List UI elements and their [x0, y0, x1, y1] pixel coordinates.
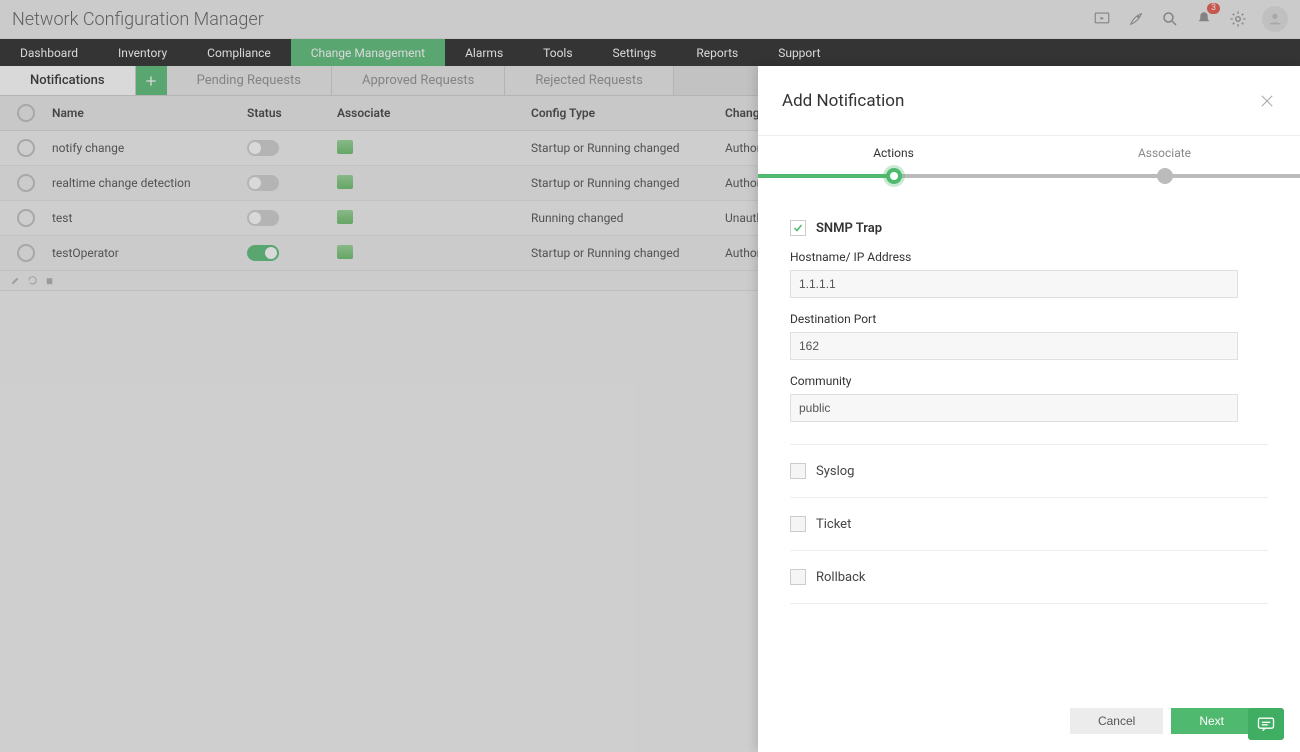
section-snmp: SNMP Trap Hostname/ IP Address Destinati…	[790, 208, 1268, 445]
status-toggle[interactable]	[247, 210, 279, 226]
row-config: Running changed	[531, 211, 725, 225]
tab-pending-requests[interactable]: Pending Requests	[167, 66, 332, 95]
panel-footer: Cancel Next	[758, 690, 1300, 752]
select-all-radio[interactable]	[17, 104, 35, 122]
row-config: Startup or Running changed	[531, 176, 725, 190]
bell-icon[interactable]: 3	[1194, 9, 1214, 29]
hostname-label: Hostname/ IP Address	[790, 250, 1268, 264]
section-rollback: Rollback	[790, 551, 1268, 604]
panel-body: SNMP Trap Hostname/ IP Address Destinati…	[758, 188, 1300, 690]
ticket-label: Ticket	[816, 517, 851, 532]
nav-inventory[interactable]: Inventory	[98, 39, 187, 66]
nav-tools[interactable]: Tools	[523, 39, 592, 66]
tab-rejected-requests[interactable]: Rejected Requests	[505, 66, 673, 95]
nav-reports[interactable]: Reports	[676, 39, 758, 66]
add-notification-tab[interactable]	[136, 66, 167, 95]
nav-dashboard[interactable]: Dashboard	[0, 39, 98, 66]
step-dot-actions	[886, 168, 902, 184]
row-select-radio[interactable]	[17, 139, 35, 157]
delete-icon[interactable]	[44, 275, 55, 286]
col-header-associate[interactable]: Associate	[337, 106, 531, 120]
chat-fab[interactable]	[1248, 708, 1284, 740]
associate-icon[interactable]	[337, 210, 353, 224]
row-name: realtime change detection	[52, 176, 247, 190]
rocket-icon[interactable]	[1126, 9, 1146, 29]
nav-change-management[interactable]: Change Management	[291, 39, 445, 66]
row-name: notify change	[52, 141, 247, 155]
associate-icon[interactable]	[337, 175, 353, 189]
add-notification-panel: Add Notification Actions Associate SNMP …	[758, 66, 1300, 752]
rollback-checkbox[interactable]	[790, 569, 806, 585]
row-config: Startup or Running changed	[531, 246, 725, 260]
associate-icon[interactable]	[337, 245, 353, 259]
next-button[interactable]: Next	[1171, 708, 1252, 734]
syslog-checkbox[interactable]	[790, 463, 806, 479]
status-toggle[interactable]	[247, 175, 279, 191]
close-icon[interactable]	[1258, 92, 1276, 110]
refresh-icon[interactable]	[27, 275, 38, 286]
community-label: Community	[790, 374, 1268, 388]
community-input[interactable]	[790, 394, 1238, 422]
nav-alarms[interactable]: Alarms	[445, 39, 523, 66]
section-syslog: Syslog	[790, 445, 1268, 498]
status-toggle[interactable]	[247, 140, 279, 156]
panel-header: Add Notification	[758, 66, 1300, 136]
snmp-label: SNMP Trap	[816, 221, 882, 236]
app-header: Network Configuration Manager 3	[0, 0, 1300, 39]
hostname-input[interactable]	[790, 270, 1238, 298]
main-nav: Dashboard Inventory Compliance Change Ma…	[0, 39, 1300, 66]
presentation-icon[interactable]	[1092, 9, 1112, 29]
cancel-button[interactable]: Cancel	[1070, 708, 1163, 734]
notification-badge: 3	[1207, 3, 1220, 14]
gear-icon[interactable]	[1228, 9, 1248, 29]
row-name: testOperator	[52, 246, 247, 260]
row-select-radio[interactable]	[17, 174, 35, 192]
ticket-checkbox[interactable]	[790, 516, 806, 532]
search-icon[interactable]	[1160, 9, 1180, 29]
col-header-config[interactable]: Config Type	[531, 106, 725, 120]
step-dot-associate	[1157, 168, 1173, 184]
row-name: test	[52, 211, 247, 225]
section-ticket: Ticket	[790, 498, 1268, 551]
rollback-label: Rollback	[816, 570, 866, 585]
snmp-checkbox[interactable]	[790, 220, 806, 236]
wizard-stepper: Actions Associate	[758, 136, 1300, 188]
associate-icon[interactable]	[337, 140, 353, 154]
nav-support[interactable]: Support	[758, 39, 840, 66]
app-title: Network Configuration Manager	[12, 9, 1092, 30]
port-input[interactable]	[790, 332, 1238, 360]
row-select-radio[interactable]	[17, 244, 35, 262]
status-toggle[interactable]	[247, 245, 279, 261]
col-header-name[interactable]: Name	[52, 106, 247, 120]
panel-title: Add Notification	[782, 91, 1258, 111]
port-label: Destination Port	[790, 312, 1268, 326]
row-config: Startup or Running changed	[531, 141, 725, 155]
nav-compliance[interactable]: Compliance	[187, 39, 291, 66]
nav-settings[interactable]: Settings	[593, 39, 677, 66]
col-header-status[interactable]: Status	[247, 106, 337, 120]
syslog-label: Syslog	[816, 464, 854, 479]
edit-icon[interactable]	[10, 275, 21, 286]
header-icons: 3	[1092, 6, 1288, 32]
tab-approved-requests[interactable]: Approved Requests	[332, 66, 505, 95]
user-avatar[interactable]	[1262, 6, 1288, 32]
tab-notifications[interactable]: Notifications	[0, 66, 136, 95]
row-select-radio[interactable]	[17, 209, 35, 227]
